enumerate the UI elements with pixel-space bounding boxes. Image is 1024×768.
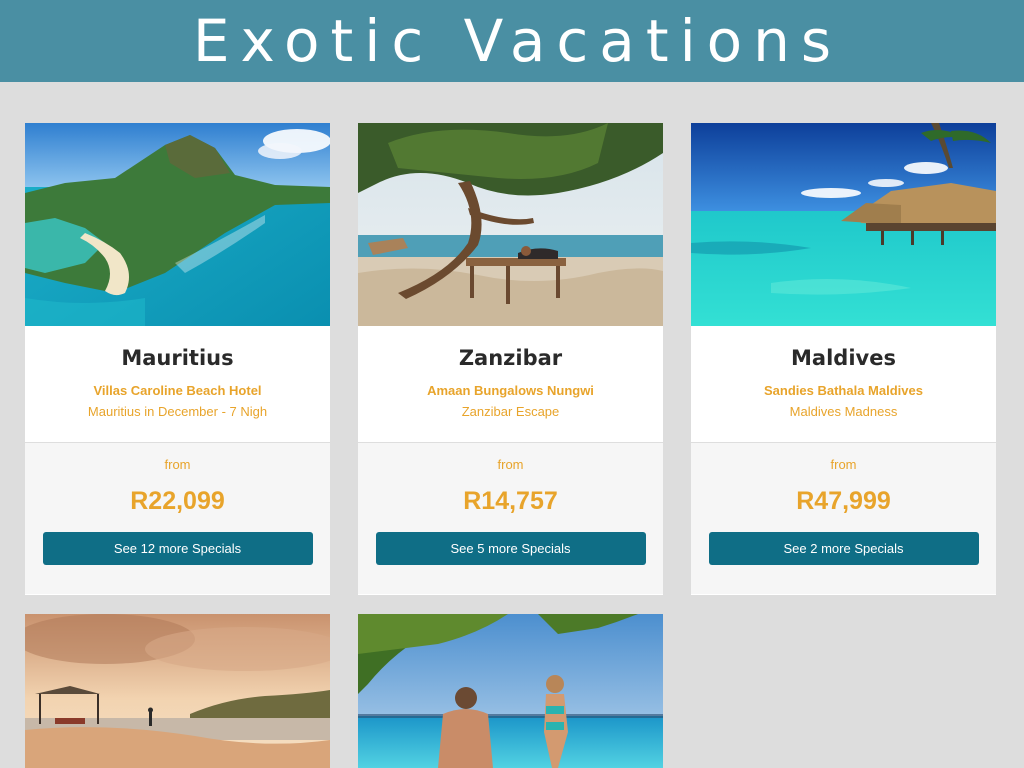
offer-name: Maldives Madness (789, 404, 898, 419)
destination-photo[interactable] (358, 614, 663, 768)
destination-photo[interactable] (25, 123, 330, 326)
card-pricing: from R47,999 See 2 more Specials (691, 443, 996, 594)
destination-card[interactable] (25, 614, 330, 768)
card-info: Zanzibar Amaan Bungalows Nungwi Zanzibar… (358, 326, 663, 443)
price: R47,999 (796, 487, 891, 515)
from-label: from (164, 457, 191, 472)
card-info: Maldives Sandies Bathala Maldives Maldiv… (691, 326, 996, 443)
price: R14,757 (463, 487, 558, 515)
destination-card-zanzibar[interactable]: Zanzibar Amaan Bungalows Nungwi Zanzibar… (358, 123, 663, 595)
page-title: Exotic Vacations (192, 7, 843, 75)
from-label: from (830, 457, 857, 472)
card-pricing: from R14,757 See 5 more Specials (358, 443, 663, 594)
card-pricing: from R22,099 See 12 more Specials (25, 443, 330, 594)
hotel-name[interactable]: Villas Caroline Beach Hotel (25, 383, 330, 399)
price: R22,099 (130, 487, 225, 515)
destination-photo[interactable] (358, 123, 663, 326)
destination-name[interactable]: Maldives (691, 326, 996, 371)
from-label: from (497, 457, 524, 472)
destination-name[interactable]: Zanzibar (358, 326, 663, 371)
see-more-specials-button[interactable]: See 5 more Specials (375, 532, 646, 565)
destination-photo[interactable] (25, 614, 330, 768)
see-more-specials-button[interactable]: See 2 more Specials (708, 532, 979, 565)
hotel-name[interactable]: Sandies Bathala Maldives (691, 383, 996, 399)
destination-name[interactable]: Mauritius (25, 326, 330, 371)
hotel-name[interactable]: Amaan Bungalows Nungwi (358, 383, 663, 399)
offer-name: Zanzibar Escape (461, 404, 560, 419)
destination-card-mauritius[interactable]: Mauritius Villas Caroline Beach Hotel Ma… (25, 123, 330, 595)
destination-photo[interactable] (691, 123, 996, 326)
header-banner: Exotic Vacations (0, 0, 1024, 82)
destination-card[interactable] (358, 614, 663, 768)
offer-name: Mauritius in December - 7 Nigh (87, 404, 268, 419)
destination-card-maldives[interactable]: Maldives Sandies Bathala Maldives Maldiv… (691, 123, 996, 595)
see-more-specials-button[interactable]: See 12 more Specials (42, 532, 313, 565)
card-info: Mauritius Villas Caroline Beach Hotel Ma… (25, 326, 330, 443)
